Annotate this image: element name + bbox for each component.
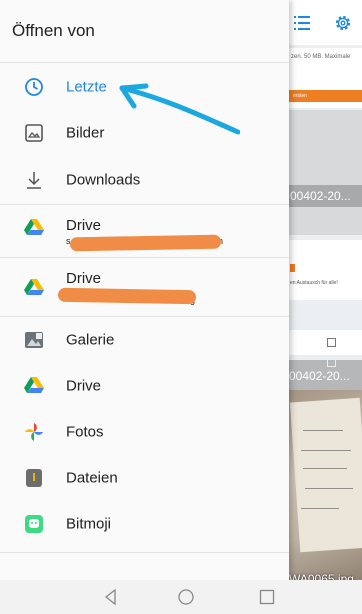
image-icon [24, 123, 44, 143]
background-info-card-2: en Austausch für alle! [289, 240, 362, 300]
background-file-thumbnail-2: 00402-20... [289, 360, 362, 390]
background-orange-banner: ersten [289, 90, 362, 102]
open-from-drawer: Öffnen von Letzte Bilder Downloads Drive… [0, 0, 289, 580]
background-file-thumbnail: 00402-20... [289, 110, 362, 235]
background-checkbox-row [289, 330, 362, 355]
redaction-mark [57, 287, 197, 305]
background-toolbar [289, 0, 362, 45]
drawer-item-drive[interactable]: Drive [0, 363, 289, 409]
annotation-arrow [119, 83, 240, 135]
clock-icon [24, 77, 44, 97]
redaction-mark [69, 234, 222, 252]
system-navigation-bar [0, 580, 362, 614]
drawer-header: Öffnen von [0, 0, 289, 62]
google-drive-icon [24, 376, 44, 396]
list-view-icon[interactable] [294, 16, 310, 30]
checkbox[interactable] [327, 338, 336, 347]
divider [0, 62, 289, 63]
back-nav-icon[interactable] [102, 588, 120, 606]
drawer-item-bitmoji[interactable]: Bitmoji [0, 501, 289, 547]
download-icon [24, 170, 44, 190]
drawer-item-photos[interactable]: Fotos [0, 409, 289, 455]
background-photo-thumbnail: WA0065.jpg [289, 390, 362, 580]
divider [0, 552, 289, 553]
google-drive-icon [24, 218, 44, 238]
gallery-app-icon [24, 330, 44, 350]
background-file-name: 00402-20... [289, 185, 362, 207]
checkbox[interactable] [327, 360, 336, 367]
files-app-icon [24, 468, 44, 488]
google-photos-icon [24, 422, 44, 442]
settings-gear-icon[interactable] [333, 13, 353, 33]
drawer-item-files[interactable]: Dateien [0, 455, 289, 501]
drawer-item-gallery[interactable]: Galerie [0, 317, 289, 363]
recents-nav-icon[interactable] [258, 588, 276, 606]
google-drive-icon [24, 278, 44, 298]
bitmoji-icon [24, 514, 44, 534]
home-nav-icon[interactable] [177, 588, 195, 606]
background-info-card: zen. 50 MB. Maximale ersten [289, 48, 362, 108]
drawer-item-downloads[interactable]: Downloads [0, 157, 289, 203]
drawer-item-label: Letzte [66, 78, 107, 96]
drawer-title: Öffnen von [12, 21, 95, 40]
background-app: zen. 50 MB. Maximale ersten 00402-20... … [289, 0, 362, 580]
